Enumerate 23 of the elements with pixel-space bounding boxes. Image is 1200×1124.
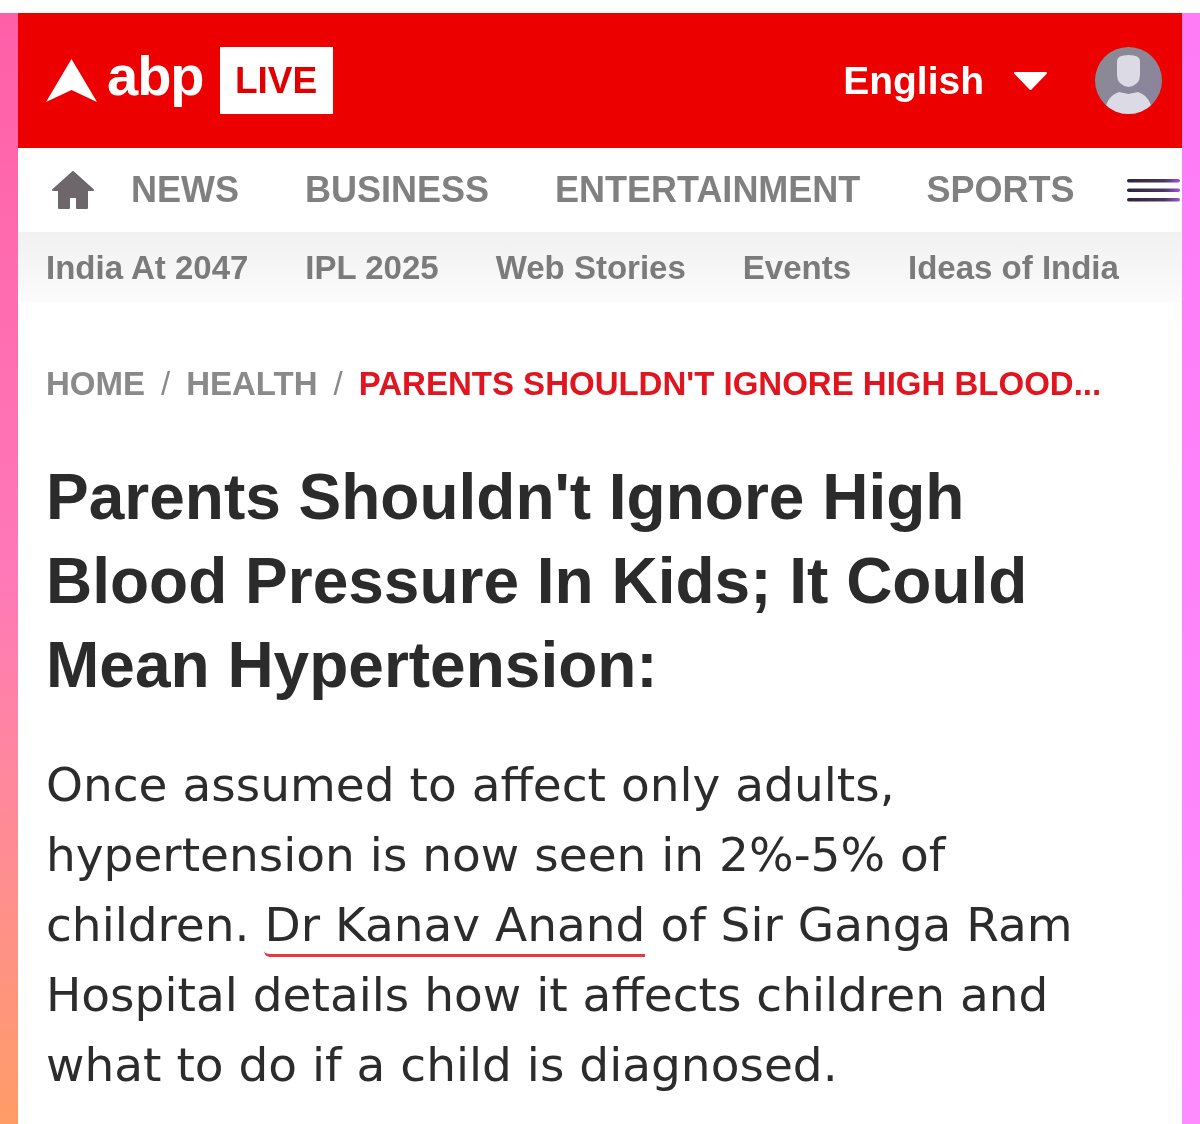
nav-link[interactable]: SPORTS <box>926 172 1075 208</box>
article-summary: Once assumed to affect only adults, hypertension is now seen in 2%-5% of children. Dr Kanav Anand of Sir Ganga Ram Hospital details how it affects children and what to do if a child is diagnosed. <box>46 756 1074 1094</box>
home-icon[interactable] <box>52 171 94 209</box>
sub-nav-link[interactable]: IPL 2025 <box>305 250 439 284</box>
caret-icon <box>1014 71 1047 90</box>
breadcrumb-current: PARENTS SHOULDN'T IGNORE HIGH BLOOD... <box>358 366 1102 400</box>
article-title: Parents Shouldn't Ignore High Blood Pressure In Kids; It Could Mean Hypertension: <box>46 460 1029 703</box>
breadcrumb-link[interactable]: HEALTH <box>186 366 318 400</box>
breadcrumb-separator: / <box>333 366 343 400</box>
breadcrumb-separator: / <box>161 366 171 400</box>
avatar-icon[interactable] <box>1095 47 1162 114</box>
sub-nav-link[interactable]: India At 2047 <box>46 250 249 284</box>
sub-nav-link[interactable]: Web Stories <box>495 250 686 284</box>
language-dropdown[interactable]: English <box>843 61 1047 100</box>
live-badge: LIVE <box>219 47 333 114</box>
arrowhead-icon <box>46 59 97 102</box>
nav-link[interactable]: NEWS <box>131 172 239 208</box>
menu-icon[interactable] <box>1127 178 1180 202</box>
breadcrumb-link[interactable]: HOME <box>46 366 145 400</box>
nav-link[interactable]: BUSINESS <box>305 172 490 208</box>
sub-nav-link[interactable]: Ideas of India <box>908 250 1119 284</box>
nav-link[interactable]: ENTERTAINMENT <box>555 172 861 208</box>
sub-nav-link[interactable]: Events <box>742 250 851 284</box>
